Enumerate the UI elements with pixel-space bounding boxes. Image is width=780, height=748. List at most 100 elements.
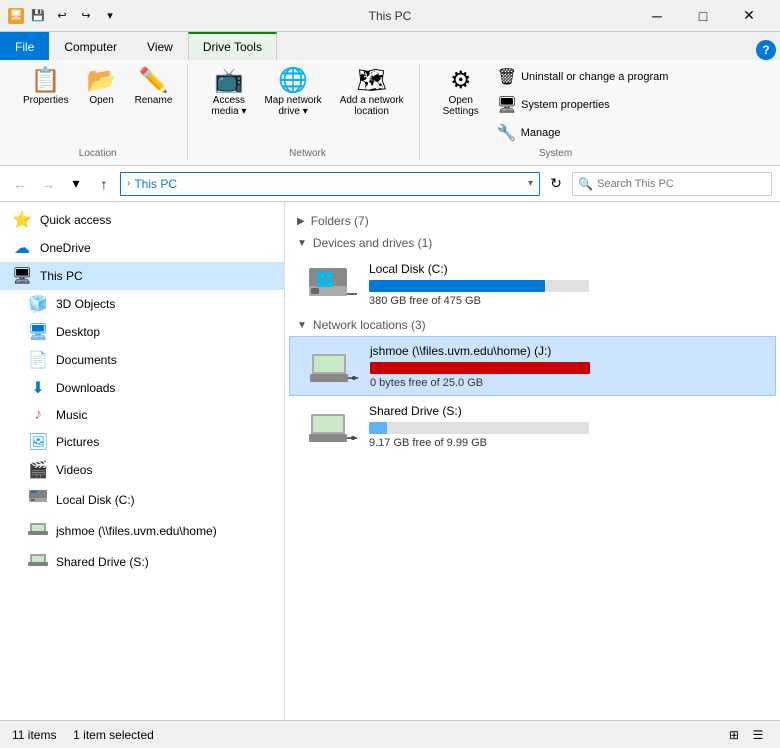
manage-button[interactable]: 🔧 Manage (490, 120, 676, 146)
downloads-icon: ⬇ (28, 378, 48, 398)
folders-section-header[interactable]: ▶ Folders (7) (285, 210, 780, 232)
window-title: This PC (369, 9, 412, 23)
network-section-header[interactable]: ▼ Network locations (3) (285, 314, 780, 336)
map-network-icon: 🌐 (278, 69, 308, 93)
shared-drive-drive-icon (309, 402, 357, 450)
address-box[interactable]: › This PC ▾ (120, 172, 540, 196)
tab-file[interactable]: File (0, 32, 49, 60)
shared-drive-label: Shared Drive (S:) (56, 555, 149, 569)
map-network-drive-button[interactable]: 🌐 Map networkdrive ▾ (257, 64, 328, 122)
sidebar-item-downloads[interactable]: ⬇ Downloads (0, 374, 284, 402)
network-section-title: Network locations (3) (313, 318, 426, 332)
redo-qat-button[interactable]: ↪ (76, 6, 96, 26)
shared-drive-item[interactable]: Shared Drive (S:) 9.17 GB free of 9.99 G… (285, 396, 780, 456)
local-disk-drive-icon (309, 260, 357, 308)
desktop-icon: 🖥 (28, 322, 48, 342)
desktop-label: Desktop (56, 325, 100, 339)
ribbon-tabs: File Computer View Drive Tools ? (0, 32, 780, 60)
sidebar-item-local-disk[interactable]: Local Disk (C:) (0, 484, 284, 515)
selected-count: 1 item selected (73, 728, 154, 742)
sidebar-item-videos[interactable]: 🎬 Videos (0, 456, 284, 484)
search-icon: 🔍 (578, 177, 593, 191)
shared-drive-bar-fill (369, 422, 387, 434)
address-dropdown-arrow[interactable]: ▾ (528, 178, 533, 189)
properties-button[interactable]: 📋 Properties (16, 64, 76, 111)
status-right: ⊞ ☰ (724, 725, 768, 745)
devices-section-header[interactable]: ▼ Devices and drives (1) (285, 232, 780, 254)
uninstall-label: Uninstall or change a program (521, 71, 668, 83)
app-icon: 🖥 (8, 8, 24, 24)
local-disk-bar-bg (369, 280, 589, 292)
sidebar-item-documents[interactable]: 📄 Documents (0, 346, 284, 374)
system-properties-button[interactable]: 🖥 System properties (490, 92, 676, 118)
tab-view[interactable]: View (132, 32, 188, 60)
up-button[interactable]: ↑ (92, 172, 116, 196)
status-left: 11 items 1 item selected (12, 728, 154, 742)
minimize-button[interactable]: ─ (634, 0, 680, 32)
quick-access-label: Quick access (40, 213, 111, 227)
address-separator: › (127, 178, 130, 189)
refresh-button[interactable]: ↻ (544, 172, 568, 196)
system-small-buttons: 🗑 Uninstall or change a program 🖥 System… (490, 64, 676, 146)
qat-dropdown-button[interactable]: ▾ (100, 6, 120, 26)
item-count: 11 items (12, 728, 56, 742)
sidebar-item-desktop[interactable]: 🖥 Desktop (0, 318, 284, 346)
add-network-label: Add a networklocation (340, 95, 404, 117)
local-disk-item[interactable]: Local Disk (C:) 380 GB free of 475 GB (285, 254, 780, 314)
sidebar-item-this-pc[interactable]: 🖥 This PC (0, 262, 284, 290)
close-button[interactable]: ✕ (726, 0, 772, 32)
help-button[interactable]: ? (756, 40, 776, 60)
open-label: Open (89, 95, 113, 106)
sidebar-item-3d-objects[interactable]: 🧊 3D Objects (0, 290, 284, 318)
sidebar-item-shared-drive[interactable]: Shared Drive (S:) (0, 546, 284, 577)
properties-icon: 📋 (31, 69, 61, 93)
music-icon: ♪ (28, 406, 48, 424)
large-icons-view-button[interactable]: ⊞ (724, 725, 744, 745)
add-network-location-button[interactable]: 🗺 Add a networklocation (333, 64, 411, 122)
open-button[interactable]: 📂 Open (80, 64, 124, 111)
shared-drive-bar-bg (369, 422, 589, 434)
details-view-button[interactable]: ☰ (748, 725, 768, 745)
rename-icon: ✏️ (139, 69, 169, 93)
main-area: ⭐ Quick access ☁ OneDrive 🖥 This PC 🧊 3D… (0, 202, 780, 720)
network-buttons: 📺 Accessmedia ▾ 🌐 Map networkdrive ▾ 🗺 A… (204, 64, 410, 146)
3d-objects-icon: 🧊 (28, 294, 48, 314)
local-disk-label: Local Disk (C:) (56, 493, 135, 507)
recent-locations-button[interactable]: ▾ (64, 172, 88, 196)
ribbon-group-location: 📋 Properties 📂 Open ✏️ Rename Location (8, 64, 188, 161)
sidebar-item-onedrive[interactable]: ☁ OneDrive (0, 234, 284, 262)
address-crumb-this-pc[interactable]: This PC (134, 177, 177, 191)
jshmoe-network-name: jshmoe (\\files.uvm.edu\home) (J:) (370, 344, 755, 358)
settings-label: OpenSettings (443, 95, 479, 117)
rename-button[interactable]: ✏️ Rename (128, 64, 180, 111)
maximize-button[interactable]: □ (680, 0, 726, 32)
forward-button[interactable]: → (36, 172, 60, 196)
shared-drive-name: Shared Drive (S:) (369, 404, 756, 418)
sidebar-item-pictures[interactable]: 🖼 Pictures (0, 428, 284, 456)
open-settings-button[interactable]: ⚙ OpenSettings (436, 64, 486, 122)
3d-objects-label: 3D Objects (56, 297, 115, 311)
save-qat-button[interactable]: 💾 (28, 6, 48, 26)
ribbon-content: 📋 Properties 📂 Open ✏️ Rename Location 📺 (0, 60, 780, 165)
back-button[interactable]: ← (8, 172, 32, 196)
undo-qat-button[interactable]: ↩ (52, 6, 72, 26)
tab-computer[interactable]: Computer (49, 32, 132, 60)
shared-drive-icon (28, 550, 48, 573)
sidebar-item-jshmoe[interactable]: jshmoe (\\files.uvm.edu\home) (0, 515, 284, 546)
network-chevron: ▼ (297, 320, 307, 331)
tab-drive-tools[interactable]: Drive Tools (188, 32, 277, 61)
sidebar-item-quick-access[interactable]: ⭐ Quick access (0, 206, 284, 234)
access-media-button[interactable]: 📺 Accessmedia ▾ (204, 64, 253, 122)
search-input[interactable] (572, 172, 772, 196)
local-disk-free: 380 GB free of 475 GB (369, 295, 756, 307)
jshmoe-icon (28, 519, 48, 542)
manage-icon: 🔧 (497, 123, 517, 143)
this-pc-icon: 🖥 (12, 266, 32, 286)
uninstall-button[interactable]: 🗑 Uninstall or change a program (490, 64, 676, 90)
jshmoe-network-item[interactable]: jshmoe (\\files.uvm.edu\home) (J:) 0 byt… (289, 336, 776, 396)
folders-chevron: ▶ (297, 216, 305, 227)
manage-label: Manage (521, 127, 561, 139)
open-icon: 📂 (87, 69, 117, 93)
sidebar-item-music[interactable]: ♪ Music (0, 402, 284, 428)
shared-drive-info: Shared Drive (S:) 9.17 GB free of 9.99 G… (369, 404, 756, 449)
